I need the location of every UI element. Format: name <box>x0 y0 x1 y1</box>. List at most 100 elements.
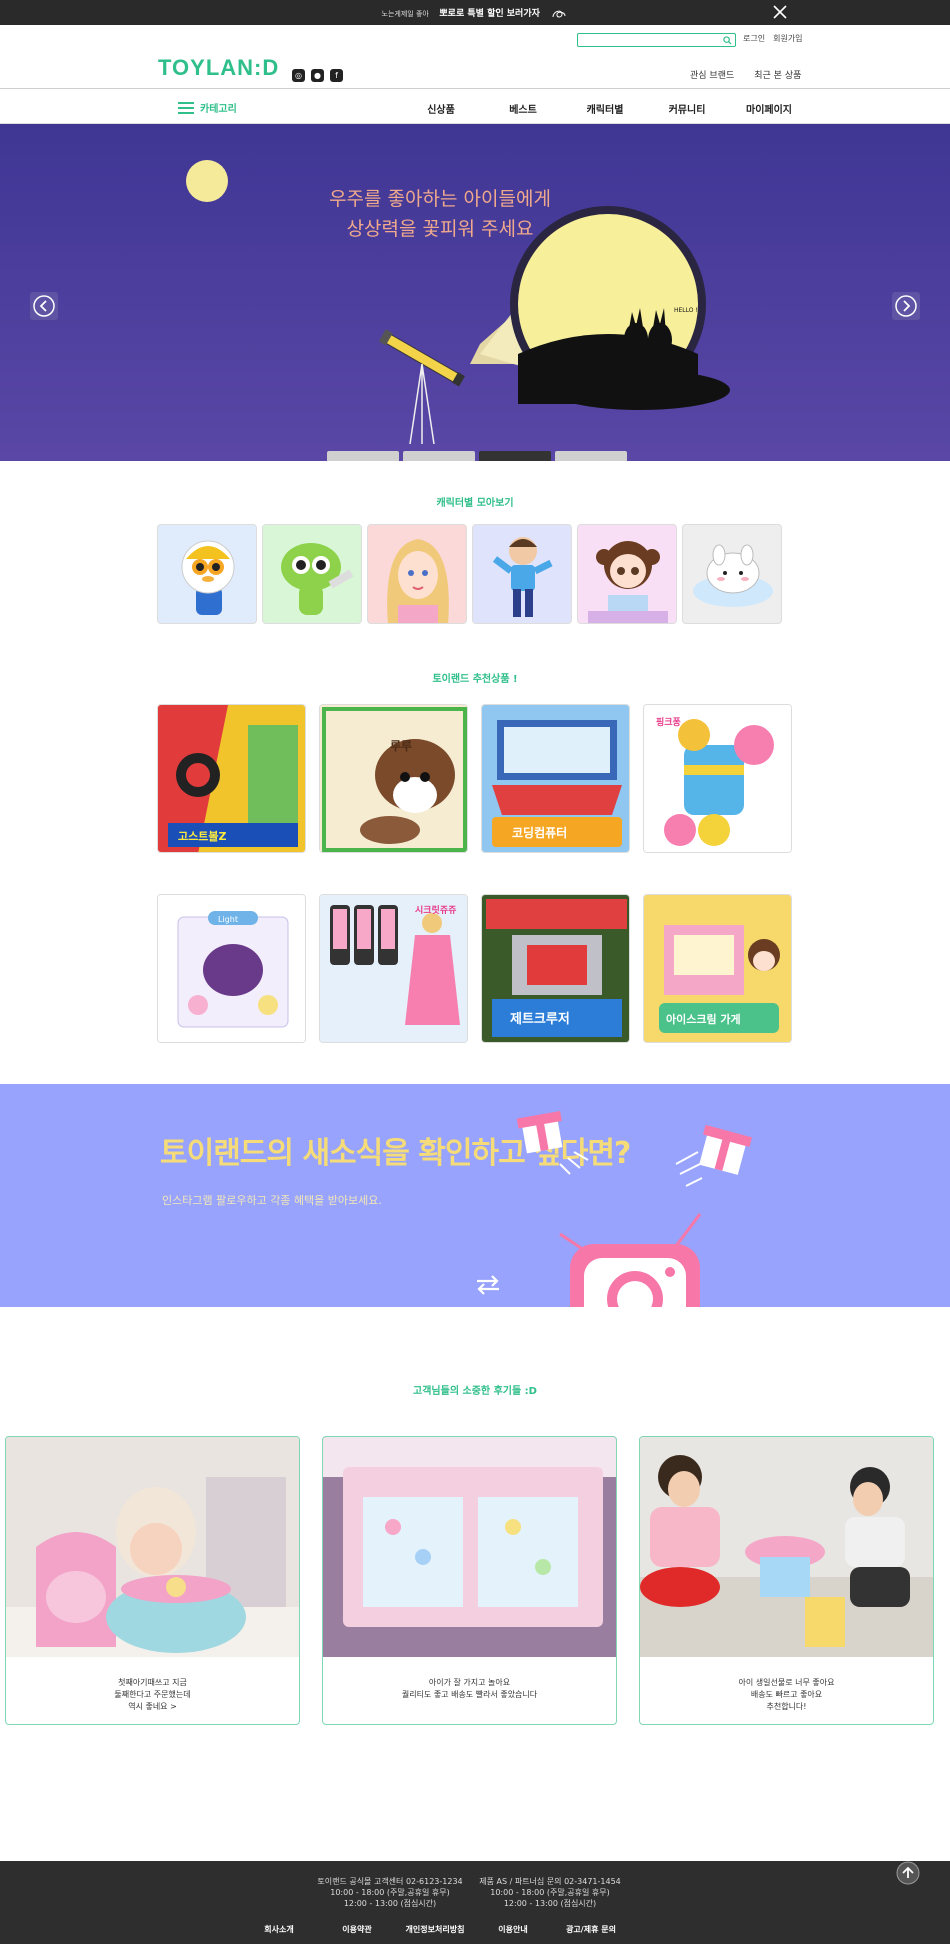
jouju-image <box>387 539 449 623</box>
footer-cs-info: 토이랜드 공식몰 고객센터 02-6123-1234 10:00 - 18:00… <box>317 1877 463 1908</box>
join-link[interactable]: 회원가입 <box>773 33 802 44</box>
character-dino[interactable] <box>262 524 362 624</box>
ghost-ball-z-image: 고스트볼Z <box>158 705 305 852</box>
chat-icon[interactable]: ● <box>311 69 324 82</box>
close-icon[interactable] <box>772 4 788 20</box>
character-boy[interactable] <box>472 524 572 624</box>
slide-indicators <box>327 451 627 461</box>
instagram-icon[interactable]: ◎ <box>292 69 305 82</box>
telescope-illustration: HELLO ! <box>378 206 730 444</box>
menu-item-best[interactable]: 베스트 <box>482 101 564 116</box>
review-photo-2 <box>323 1437 616 1657</box>
slide-dot-2[interactable] <box>403 451 475 461</box>
pinkfong-pirate-image: 핑크퐁 <box>644 705 791 852</box>
product-coding-computer[interactable]: 코딩컴퓨터 <box>481 704 630 853</box>
header-links: 관심 브랜드 최근 본 상품 <box>690 68 801 81</box>
kongsuni-image <box>588 541 668 623</box>
footer-links: 회사소개 이용약관 개인정보처리방침 이용안내 광고/제휴 문의 <box>240 1924 630 1935</box>
category-label: 카테고리 <box>200 104 237 115</box>
search-input[interactable] <box>578 40 718 53</box>
fav-brand-link[interactable]: 관심 브랜드 <box>690 68 734 81</box>
product-light-bag[interactable]: Light <box>157 894 306 1043</box>
footer-link-privacy[interactable]: 개인정보처리방침 <box>396 1924 474 1935</box>
hello-text: HELLO ! <box>674 307 698 314</box>
menu-item-mypage[interactable]: 마이페이지 <box>728 101 810 116</box>
character-molang[interactable] <box>682 524 782 624</box>
category-button[interactable]: 카테고리 <box>178 100 237 115</box>
facebook-icon[interactable]: f <box>330 69 343 82</box>
instagram-gift-illustration <box>516 1110 752 1307</box>
product-label: 고스트볼Z <box>178 830 226 843</box>
product-label: 루루 <box>390 739 412 753</box>
next-slide-icon[interactable] <box>892 292 920 320</box>
menu-list: 신상품 베스트 캐릭터별 커뮤니티 마이페이지 <box>400 101 810 116</box>
slide-dot-1[interactable] <box>327 451 399 461</box>
review-card[interactable]: 첫째아기때쓰고 지금 둘째한다고 주문했는데 역시 좋네요 > <box>5 1436 300 1725</box>
product-row-2: Light 시크릿쥬쥬 제트크루저 아이스크림 가게 <box>157 894 792 1043</box>
footer-link-guide[interactable]: 이용안내 <box>474 1924 552 1935</box>
product-ghost-ball-z[interactable]: 고스트볼Z <box>157 704 306 853</box>
molang-image <box>693 544 773 607</box>
scroll-top-icon[interactable] <box>896 1861 920 1885</box>
review-card[interactable]: 아이 생일선물로 너무 좋아요 배송도 빠르고 좋아요 추천합니다! <box>639 1436 934 1725</box>
review-text: 아이가 잘 가지고 놀아요 퀄리티도 좋고 배송도 빨라서 좋았습니다 <box>401 1678 538 1699</box>
product-secret-jouju-phone[interactable]: 시크릿쥬쥬 <box>319 894 468 1043</box>
product-label: 시크릿쥬쥬 <box>415 904 456 916</box>
dino-image <box>281 543 354 615</box>
character-pororo[interactable] <box>157 524 257 624</box>
reviews-title: 고객님들의 소중한 후기들 :D <box>413 1386 537 1397</box>
character-kongsuni[interactable] <box>577 524 677 624</box>
promo-text: 뽀로로 특별 할인 보러가자 <box>439 9 540 19</box>
moon-illustration <box>186 160 228 202</box>
menu-item-character[interactable]: 캐릭터별 <box>564 101 646 116</box>
review-text: 아이 생일선물로 너무 좋아요 배송도 빠르고 좋아요 추천합니다! <box>738 1678 835 1711</box>
product-ice-cream-shop[interactable]: 아이스크림 가게 <box>643 894 792 1043</box>
footer-link-ads[interactable]: 광고/제휴 문의 <box>552 1924 630 1935</box>
review-text: 첫째아기때쓰고 지금 둘째한다고 주문했는데 역시 좋네요 > <box>114 1678 191 1711</box>
product-label: 코딩컴퓨터 <box>512 825 567 840</box>
login-link[interactable]: 로그인 <box>743 33 765 44</box>
hero-banner[interactable]: 우주를 좋아하는 아이들에게 상상력을 꽃피워 주세요 HELLO ! <box>0 124 950 461</box>
character-secret-jouju[interactable] <box>367 524 467 624</box>
product-pinkfong-pirate[interactable]: 핑크퐁 <box>643 704 792 853</box>
social-links: ◎ ● f <box>292 69 343 82</box>
product-label: 제트크루저 <box>510 1012 570 1027</box>
site-logo[interactable]: TOYLAN:D <box>158 55 279 81</box>
account-links: 로그인 회원가입 <box>743 33 803 44</box>
footer-link-terms[interactable]: 이용약관 <box>318 1924 396 1935</box>
swap-arrows-icon[interactable] <box>475 1274 501 1296</box>
site-header: TOYLAN:D ◎ ● f 로그인 회원가입 관심 브랜드 최근 본 상품 <box>0 25 950 89</box>
character-list <box>157 524 782 624</box>
review-card[interactable]: 아이가 잘 가지고 놀아요 퀄리티도 좋고 배송도 빨라서 좋았습니다 <box>322 1436 617 1725</box>
search-box <box>577 33 736 53</box>
site-footer: 토이랜드 공식몰 고객센터 02-6123-1234 10:00 - 18:00… <box>0 1861 950 1944</box>
ice-cream-shop-image: 아이스크림 가게 <box>644 895 791 1042</box>
slide-dot-3[interactable] <box>479 451 551 461</box>
light-bag-image: Light <box>158 895 305 1042</box>
instagram-banner[interactable]: 토이랜드의 새소식을 확인하고 싶다면? 인스타그램 팔로우하고 각종 혜택을 … <box>0 1084 950 1307</box>
product-jet-cruiser[interactable]: 제트크루저 <box>481 894 630 1043</box>
product-label: Light <box>218 915 238 924</box>
jet-cruiser-image: 제트크루저 <box>482 895 629 1042</box>
characters-title: 캐릭터별 모아보기 <box>436 498 514 509</box>
prev-slide-icon[interactable] <box>30 292 58 320</box>
product-puppy-toy[interactable]: 루루 <box>319 704 468 853</box>
footer-link-about[interactable]: 회사소개 <box>240 1924 318 1935</box>
menu-item-community[interactable]: 커뮤니티 <box>646 101 728 116</box>
promo-prefix: 노는게제일 좋아 <box>381 10 429 18</box>
product-row-1: 고스트볼Z 루루 코딩컴퓨터 핑크퐁 <box>157 704 792 853</box>
menu-item-new[interactable]: 신상품 <box>400 101 482 116</box>
coding-computer-image: 코딩컴퓨터 <box>482 705 629 852</box>
insta-subtext: 인스타그램 팔로우하고 각종 혜택을 받아보세요. <box>162 1194 382 1207</box>
promo-link[interactable]: 노는게제일 좋아 뽀로로 특별 할인 보러가자 <box>0 6 950 21</box>
review-photo-3 <box>640 1437 933 1657</box>
review-photo-1 <box>6 1437 299 1657</box>
pororo-image <box>181 540 235 615</box>
search-icon[interactable] <box>723 36 732 45</box>
puppy-toy-image: 루루 <box>320 705 467 852</box>
slide-dot-4[interactable] <box>555 451 627 461</box>
boy-image <box>492 537 553 617</box>
review-list: 첫째아기때쓰고 지금 둘째한다고 주문했는데 역시 좋네요 > 아이가 잘 가지… <box>5 1436 934 1725</box>
recent-products-link[interactable]: 최근 본 상품 <box>754 68 801 81</box>
main-nav: 카테고리 신상품 베스트 캐릭터별 커뮤니티 마이페이지 <box>0 89 950 124</box>
